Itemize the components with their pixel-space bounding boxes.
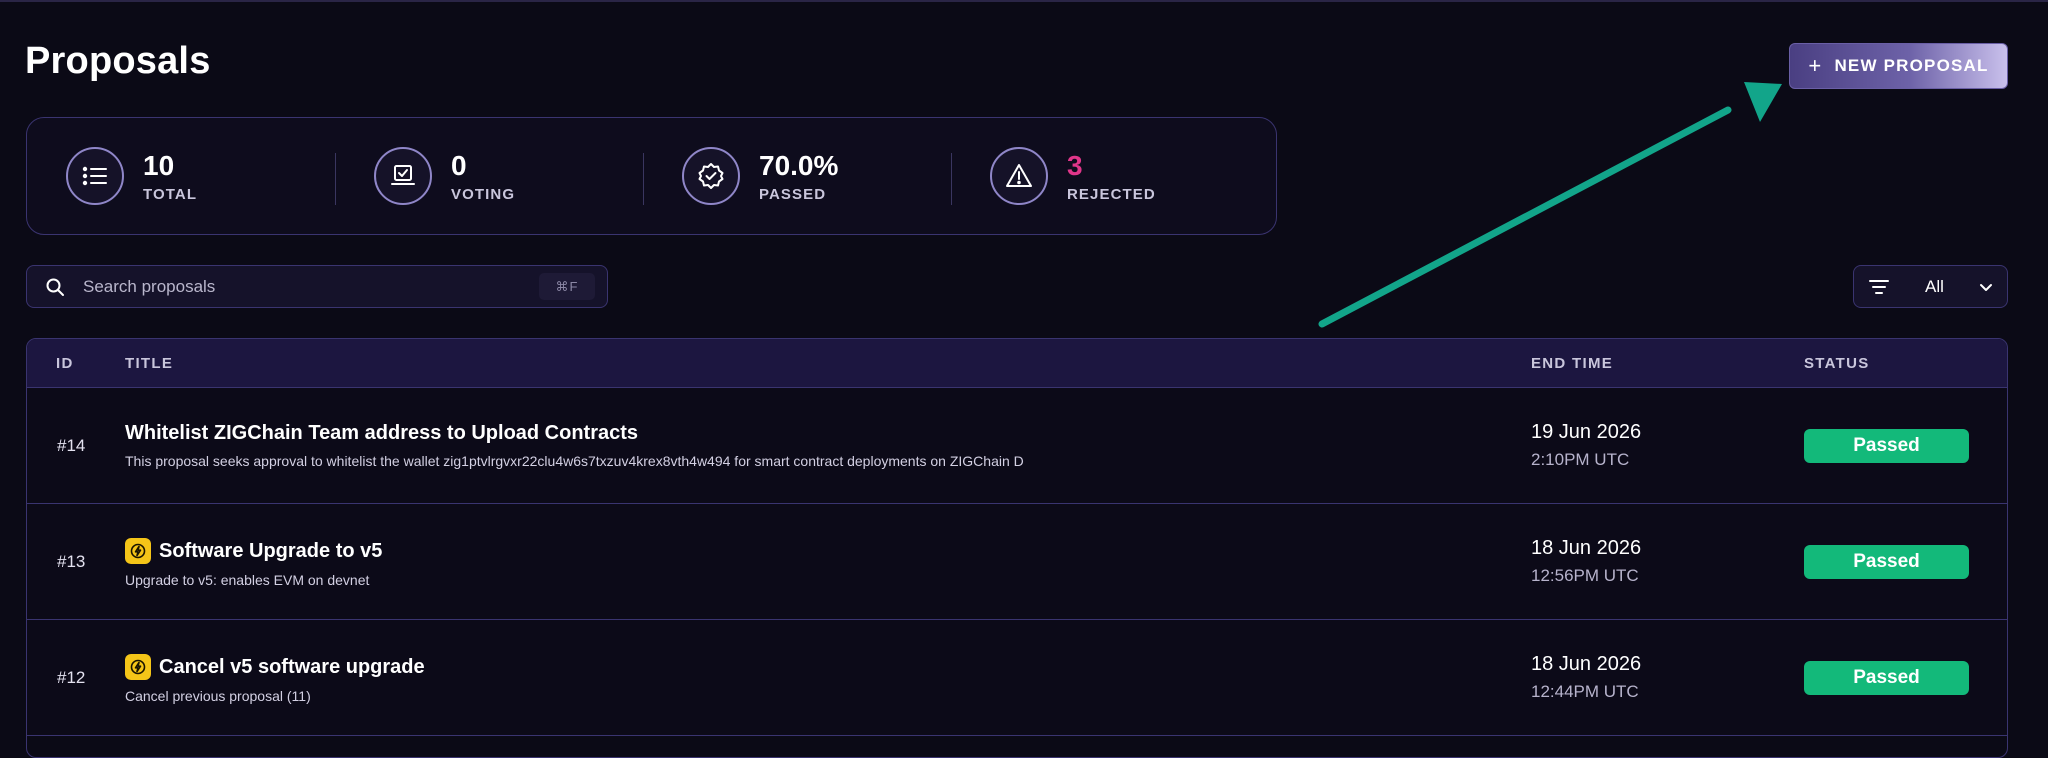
proposal-title[interactable]: Whitelist ZIGChain Team address to Uploa… bbox=[125, 422, 638, 445]
proposal-id: #12 bbox=[57, 668, 86, 687]
end-date: 18 Jun 2026 bbox=[1531, 653, 1642, 675]
shortcut-hint: ⌘F bbox=[539, 273, 595, 300]
chevron-down-icon bbox=[1980, 283, 1992, 291]
stat-passed: 70.0% PASSED bbox=[643, 147, 951, 205]
column-header-id[interactable]: ID bbox=[56, 339, 74, 388]
stat-voting: 0 VOTING bbox=[335, 147, 643, 205]
badge-check-icon bbox=[682, 147, 740, 205]
filter-selected-value: All bbox=[1925, 276, 1944, 296]
table-row[interactable]: #12 Cancel v5 software upgrade Cancel pr… bbox=[27, 620, 2007, 736]
proposal-title[interactable]: Cancel v5 software upgrade bbox=[159, 656, 425, 679]
proposal-description: This proposal seeks approval to whitelis… bbox=[125, 453, 1024, 469]
proposal-id: #13 bbox=[57, 552, 86, 571]
end-date: 18 Jun 2026 bbox=[1531, 537, 1642, 559]
warning-triangle-icon bbox=[990, 147, 1048, 205]
column-header-end-time[interactable]: END TIME bbox=[1531, 339, 1613, 388]
proposal-title-cell: Whitelist ZIGChain Team address to Uploa… bbox=[125, 422, 1024, 469]
stat-rejected-label: REJECTED bbox=[1067, 185, 1156, 203]
proposals-table: ID TITLE END TIME STATUS #14 Whitelist Z… bbox=[26, 338, 2008, 758]
end-time-cell: 19 Jun 2026 2:10PM UTC bbox=[1531, 421, 1641, 470]
search-input[interactable] bbox=[83, 276, 539, 297]
new-proposal-label: NEW PROPOSAL bbox=[1834, 56, 1989, 75]
table-row[interactable]: #14 Whitelist ZIGChain Team address to U… bbox=[27, 388, 2007, 504]
end-date: 19 Jun 2026 bbox=[1531, 421, 1642, 443]
proposal-id: #14 bbox=[57, 436, 86, 455]
stat-total-value: 10 bbox=[143, 149, 175, 181]
filter-icon bbox=[1869, 279, 1889, 294]
column-header-title[interactable]: TITLE bbox=[125, 339, 173, 388]
proposal-title-cell: Software Upgrade to v5 Upgrade to v5: en… bbox=[125, 538, 382, 588]
stat-total: 10 TOTAL bbox=[27, 147, 335, 205]
stat-passed-label: PASSED bbox=[759, 185, 827, 203]
stat-voting-label: VOTING bbox=[451, 185, 516, 203]
proposal-title-cell: Cancel v5 software upgrade Cancel previo… bbox=[125, 654, 425, 704]
stat-rejected-value: 3 bbox=[1067, 149, 1083, 181]
new-proposal-button[interactable]: + NEW PROPOSAL bbox=[1789, 43, 2008, 89]
vote-box-icon bbox=[374, 147, 432, 205]
search-icon bbox=[46, 278, 64, 296]
end-time-cell: 18 Jun 2026 12:44PM UTC bbox=[1531, 653, 1641, 702]
stat-total-label: TOTAL bbox=[143, 185, 198, 203]
column-header-status[interactable]: STATUS bbox=[1804, 339, 1870, 388]
lightning-bolt-icon bbox=[125, 538, 151, 564]
end-time: 12:44PM UTC bbox=[1531, 682, 1639, 701]
table-header: ID TITLE END TIME STATUS bbox=[27, 339, 2007, 388]
proposal-description: Upgrade to v5: enables EVM on devnet bbox=[125, 572, 370, 588]
lightning-bolt-icon bbox=[125, 654, 151, 680]
stat-divider bbox=[643, 153, 644, 205]
stats-card: 10 TOTAL 0 VOTING 70.0% PASSED 3 REJECTE… bbox=[26, 117, 1277, 235]
search-bar[interactable]: ⌘F bbox=[26, 265, 608, 308]
top-divider bbox=[0, 0, 2048, 2]
status-filter-dropdown[interactable]: All bbox=[1853, 265, 2008, 308]
list-icon bbox=[66, 147, 124, 205]
status-badge: Passed bbox=[1804, 661, 1969, 695]
stat-voting-value: 0 bbox=[451, 149, 467, 181]
page-title: Proposals bbox=[25, 40, 211, 82]
end-time: 12:56PM UTC bbox=[1531, 566, 1639, 585]
stat-passed-value: 70.0% bbox=[759, 149, 839, 181]
stat-divider bbox=[951, 153, 952, 205]
plus-icon: + bbox=[1808, 53, 1823, 78]
status-badge: Passed bbox=[1804, 545, 1969, 579]
stat-rejected: 3 REJECTED bbox=[951, 147, 1259, 205]
status-badge: Passed bbox=[1804, 429, 1969, 463]
stat-divider bbox=[335, 153, 336, 205]
proposal-description: Cancel previous proposal (11) bbox=[125, 688, 311, 704]
table-row[interactable]: #13 Software Upgrade to v5 Upgrade to v5… bbox=[27, 504, 2007, 620]
end-time-cell: 18 Jun 2026 12:56PM UTC bbox=[1531, 537, 1641, 586]
proposal-title[interactable]: Software Upgrade to v5 bbox=[159, 540, 382, 563]
end-time: 2:10PM UTC bbox=[1531, 450, 1630, 469]
